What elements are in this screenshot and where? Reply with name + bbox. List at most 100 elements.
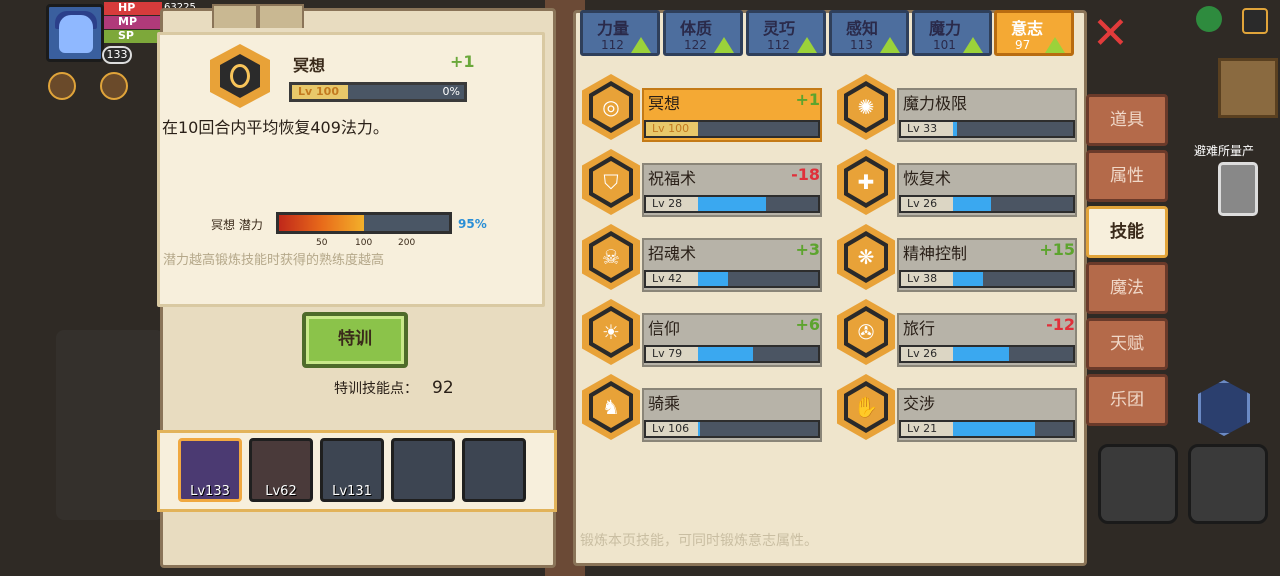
panel-tab[interactable] [258,4,304,28]
menu-button[interactable]: 乐团 [1086,374,1168,426]
skill-item[interactable]: ☠ 招魂术 +3 Lv 42 [582,224,824,292]
attribute-value: 97 [1015,38,1031,52]
phone-icon[interactable] [1218,162,1258,216]
potential-tick: 200 [398,238,416,248]
skill-progress-bar: Lv 106 [644,420,820,438]
skill-progress-fill [698,347,754,361]
exit-icon[interactable] [1242,8,1268,34]
skill-item[interactable]: ✇ 旅行 -12 Lv 26 [837,299,1079,367]
upgrade-arrow-icon [963,37,983,53]
skill-progress-bar: Lv 26 [899,195,1075,213]
skill-name: 恢复术 [903,169,952,188]
player-avatar[interactable] [46,4,104,62]
skill-level: Lv 106 [646,422,698,436]
menu-button[interactable]: 属性 [1086,150,1168,202]
menu-button[interactable]: 天赋 [1086,318,1168,370]
close-icon[interactable]: ✕ [1092,12,1129,56]
train-button[interactable]: 特训 [302,312,408,368]
train-points-label: 特训技能点： [334,381,418,397]
potential-hint: 潜力越高锻炼技能时获得的熟练度越高 [163,253,385,268]
minimap[interactable] [1218,58,1278,118]
skill-level: Lv 33 [901,122,953,136]
panel-tab[interactable] [212,4,258,28]
skill-name: 招魂术 [648,244,697,263]
attribute-name: 力量 [597,19,630,38]
upgrade-arrow-icon [631,37,651,53]
bow-attack-button[interactable] [1188,444,1268,524]
skill-progress-fill [953,122,957,136]
skill-name: 精神控制 [903,244,968,263]
skill-level: Lv 21 [901,422,953,436]
skill-change: -12 [1046,315,1075,334]
skill-item[interactable]: ✚ 恢复术 Lv 26 [837,149,1079,217]
skill-progress-bar: Lv 33 [899,120,1075,138]
upgrade-arrow-icon [797,37,817,53]
attribute-value: 122 [684,38,707,52]
skill-level: Lv 26 [901,197,953,211]
buff-icon[interactable] [48,72,76,100]
skill-progress-fill [953,422,1035,436]
detail-level-bar: Lv 100 0% [289,82,467,102]
sword-attack-button[interactable] [1098,444,1178,524]
upgrade-arrow-icon [714,37,734,53]
party-slot-empty[interactable] [462,438,526,502]
potential-fill [279,215,364,231]
attribute-value: 101 [933,38,956,52]
skill-progress-fill [698,422,701,436]
skill-name: 祝福术 [648,169,697,188]
skill-progress-bar: Lv 28 [644,195,820,213]
skill-name: 交涉 [903,394,936,413]
potential-bar [276,212,452,234]
skill-progress-bar: Lv 100 [644,120,820,138]
skill-progress-fill [698,272,728,286]
skill-change: +1 [795,90,820,109]
skill-progress-bar: Lv 38 [899,270,1075,288]
training-footnote: 锻炼本页技能，可同时锻炼意志属性。 [580,533,818,549]
skill-change: +15 [1039,240,1075,259]
skill-change: +6 [795,315,820,334]
attribute-tab[interactable]: 灵巧 112 [746,10,826,56]
party-slot-empty[interactable] [391,438,455,502]
skill-description: 在10回合内平均恢复409法力。 [162,118,389,137]
skill-progress-fill [953,197,992,211]
skill-item[interactable]: ◎ 冥想 +1 Lv 100 [582,74,824,142]
attribute-name: 魔力 [929,19,962,38]
attribute-value: 112 [601,38,624,52]
globe-icon[interactable] [1196,6,1222,32]
sp-bar: SP [104,29,162,43]
party-slot[interactable]: Lv133 [178,438,242,502]
upgrade-arrow-icon [880,37,900,53]
detail-progress-pct: 0% [442,85,460,98]
attribute-tab[interactable]: 感知 113 [829,10,909,56]
attribute-tab[interactable]: 意志 97 [994,10,1074,56]
party-slot[interactable]: Lv131 [320,438,384,502]
attribute-name: 意志 [1011,19,1044,38]
train-points-value: 92 [432,378,454,398]
dpad[interactable] [56,330,164,520]
skill-item[interactable]: ❋ 精神控制 +15 Lv 38 [837,224,1079,292]
party-slot[interactable]: Lv62 [249,438,313,502]
skill-progress-fill [953,347,1010,361]
skill-name: 骑乘 [648,394,681,413]
shield-buff-icon[interactable] [100,72,128,100]
skill-item[interactable]: ✋ 交涉 Lv 21 [837,374,1079,442]
skill-level: Lv 28 [646,197,698,211]
menu-button[interactable]: 技能 [1086,206,1168,258]
attribute-tab[interactable]: 力量 112 [580,10,660,56]
skill-progress-fill [698,197,767,211]
attribute-tab[interactable]: 魔力 101 [912,10,992,56]
menu-button[interactable]: 魔法 [1086,262,1168,314]
skill-item[interactable]: ✺ 魔力极限 Lv 33 [837,74,1079,142]
attribute-name: 体质 [680,19,713,38]
skill-progress-bar: Lv 21 [899,420,1075,438]
detail-skill-name: 冥想 [293,56,326,75]
attribute-value: 112 [767,38,790,52]
potential-tick: 50 [316,238,328,248]
detail-skill-change: +1 [450,52,475,71]
skill-item[interactable]: ☀ 信仰 +6 Lv 79 [582,299,824,367]
skill-item[interactable]: ♞ 骑乘 Lv 106 [582,374,824,442]
skill-level: Lv 79 [646,347,698,361]
menu-button[interactable]: 道具 [1086,94,1168,146]
skill-item[interactable]: ⛉ 祝福术 -18 Lv 28 [582,149,824,217]
attribute-tab[interactable]: 体质 122 [663,10,743,56]
